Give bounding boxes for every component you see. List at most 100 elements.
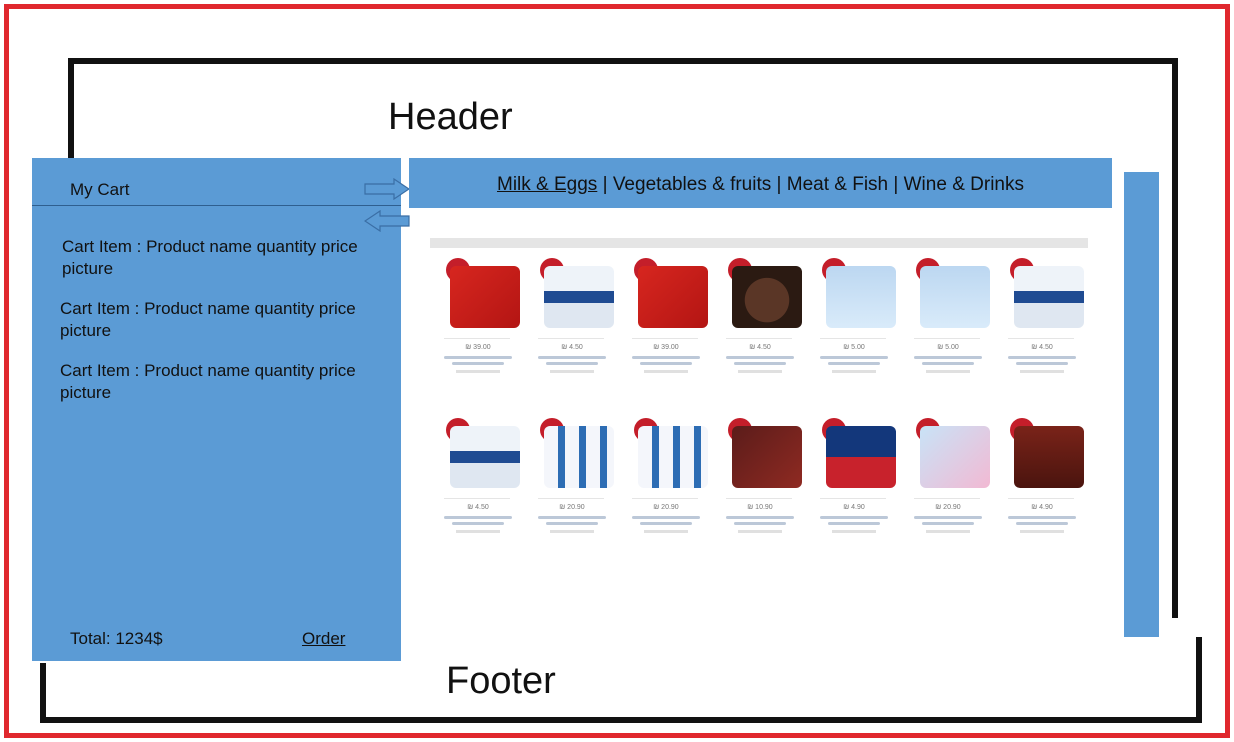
cart-panel: My Cart Cart Item : Product name quantit… xyxy=(32,158,401,661)
product-image xyxy=(826,426,896,488)
nav-separator: | xyxy=(776,174,782,195)
product-card[interactable]: ₪ 39.00 xyxy=(430,248,524,408)
product-price: ₪ 4.90 xyxy=(1031,504,1053,511)
product-price: ₪ 20.90 xyxy=(559,504,585,511)
product-unit-price xyxy=(550,530,594,533)
cart-item[interactable]: Cart Item : Product name quantity price … xyxy=(32,236,401,280)
card-divider xyxy=(914,338,980,339)
product-image xyxy=(450,426,520,488)
product-grid-topbar xyxy=(430,238,1088,248)
product-description xyxy=(532,514,612,530)
product-price: ₪ 4.50 xyxy=(1031,344,1053,351)
product-description xyxy=(438,514,518,530)
right-side-panel xyxy=(1124,172,1159,637)
card-divider xyxy=(444,498,510,499)
product-unit-price xyxy=(1020,370,1064,373)
product-card[interactable]: ₪ 4.50 xyxy=(524,248,618,408)
order-button[interactable]: Order xyxy=(302,629,345,649)
footer-label: Footer xyxy=(446,660,556,702)
product-card[interactable]: ₪ 20.90 xyxy=(618,408,712,568)
product-description xyxy=(1002,354,1082,370)
product-grid-area: ₪ 39.00 ₪ 4.50 ₪ 39.00 ₪ 4.50 ₪ 5.00 ₪ 5… xyxy=(430,238,1088,568)
product-unit-price xyxy=(738,370,782,373)
product-description xyxy=(908,354,988,370)
product-price: ₪ 4.50 xyxy=(467,504,489,511)
product-unit-price xyxy=(550,370,594,373)
card-divider xyxy=(632,338,698,339)
product-description xyxy=(814,354,894,370)
product-image xyxy=(1014,266,1084,328)
product-price: ₪ 10.90 xyxy=(747,504,773,511)
expand-arrow-icon[interactable] xyxy=(364,178,410,200)
card-divider xyxy=(632,498,698,499)
product-image xyxy=(544,426,614,488)
product-price: ₪ 5.00 xyxy=(843,344,865,351)
product-price: ₪ 4.50 xyxy=(749,344,771,351)
product-description xyxy=(720,354,800,370)
nav-milk-eggs[interactable]: Milk & Eggs xyxy=(497,174,597,195)
card-divider xyxy=(820,338,886,339)
product-grid: ₪ 39.00 ₪ 4.50 ₪ 39.00 ₪ 4.50 ₪ 5.00 ₪ 5… xyxy=(430,248,1088,568)
product-unit-price xyxy=(926,530,970,533)
product-image xyxy=(920,266,990,328)
product-image xyxy=(732,426,802,488)
header-label: Header xyxy=(388,96,513,138)
product-price: ₪ 20.90 xyxy=(653,504,679,511)
product-description xyxy=(814,514,894,530)
nav-meat-fish[interactable]: Meat & Fish xyxy=(787,174,888,195)
product-description xyxy=(720,514,800,530)
product-card[interactable]: ₪ 5.00 xyxy=(900,248,994,408)
product-card[interactable]: ₪ 10.90 xyxy=(712,408,806,568)
product-image xyxy=(826,266,896,328)
product-image xyxy=(1014,426,1084,488)
product-card[interactable]: ₪ 4.50 xyxy=(712,248,806,408)
product-card[interactable]: ₪ 39.00 xyxy=(618,248,712,408)
product-price: ₪ 4.90 xyxy=(843,504,865,511)
card-divider xyxy=(726,498,792,499)
product-price: ₪ 39.00 xyxy=(465,344,491,351)
cart-items-list: Cart Item : Product name quantity price … xyxy=(32,206,401,404)
card-divider xyxy=(914,498,980,499)
card-divider xyxy=(820,498,886,499)
card-divider xyxy=(538,498,604,499)
product-card[interactable]: ₪ 4.90 xyxy=(994,408,1088,568)
product-image xyxy=(732,266,802,328)
product-unit-price xyxy=(926,370,970,373)
product-unit-price xyxy=(738,530,782,533)
collapse-arrow-icon[interactable] xyxy=(364,210,410,232)
product-unit-price xyxy=(832,370,876,373)
product-image xyxy=(920,426,990,488)
product-card[interactable]: ₪ 20.90 xyxy=(900,408,994,568)
nav-vegetables-fruits[interactable]: Vegetables & fruits xyxy=(613,174,771,195)
nav-separator: | xyxy=(602,174,608,195)
product-card[interactable]: ₪ 4.50 xyxy=(430,408,524,568)
product-unit-price xyxy=(832,530,876,533)
product-description xyxy=(908,514,988,530)
product-unit-price xyxy=(644,370,688,373)
product-card[interactable]: ₪ 4.50 xyxy=(994,248,1088,408)
product-description xyxy=(626,514,706,530)
nav-separator: | xyxy=(893,174,899,195)
product-price: ₪ 4.50 xyxy=(561,344,583,351)
cart-item[interactable]: Cart Item : Product name quantity price … xyxy=(32,360,401,404)
product-price: ₪ 5.00 xyxy=(937,344,959,351)
product-description xyxy=(626,354,706,370)
card-divider xyxy=(1008,498,1074,499)
product-price: ₪ 20.90 xyxy=(935,504,961,511)
card-divider xyxy=(444,338,510,339)
product-card[interactable]: ₪ 5.00 xyxy=(806,248,900,408)
product-unit-price xyxy=(1020,530,1064,533)
product-description xyxy=(438,354,518,370)
product-card[interactable]: ₪ 4.90 xyxy=(806,408,900,568)
product-card[interactable]: ₪ 20.90 xyxy=(524,408,618,568)
cart-item[interactable]: Cart Item : Product name quantity price … xyxy=(32,298,401,342)
product-image xyxy=(544,266,614,328)
category-nav: Milk & Eggs | Vegetables & fruits | Meat… xyxy=(409,158,1112,208)
nav-wine-drinks[interactable]: Wine & Drinks xyxy=(904,174,1024,195)
product-unit-price xyxy=(456,370,500,373)
card-divider xyxy=(538,338,604,339)
cart-title: My Cart xyxy=(32,158,401,206)
cart-footer: Total: 1234$ Order xyxy=(70,629,390,649)
card-divider xyxy=(1008,338,1074,339)
product-description xyxy=(532,354,612,370)
